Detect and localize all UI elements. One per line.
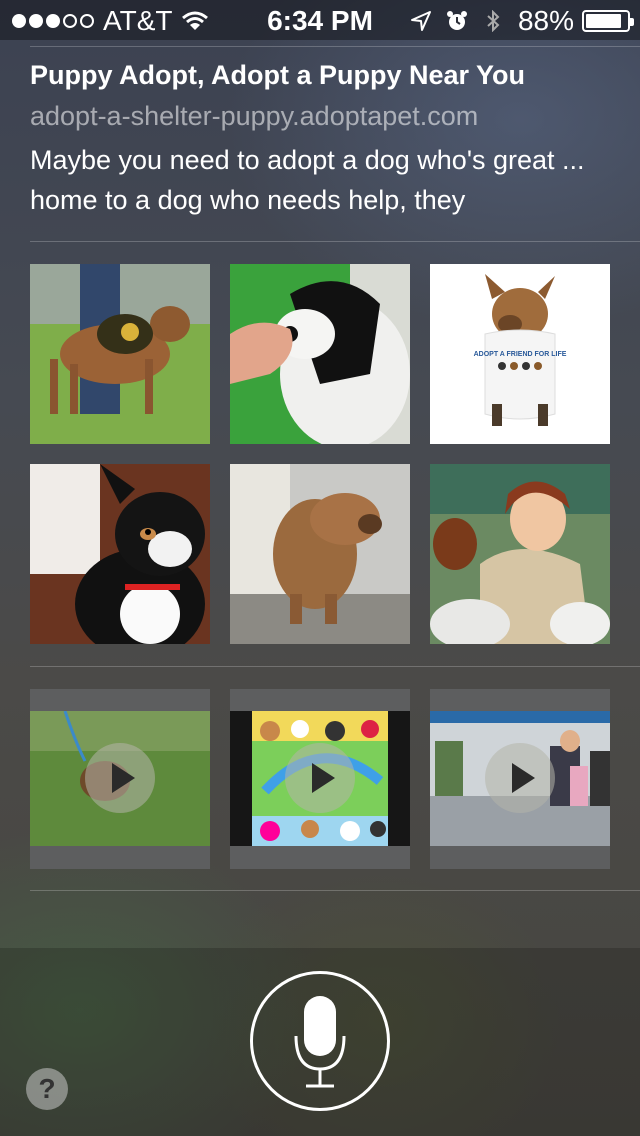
battery-percent: 88%	[517, 5, 574, 36]
result-snippet: Maybe you need to adopt a dog who's grea…	[30, 145, 585, 215]
divider	[30, 241, 640, 242]
divider	[30, 890, 640, 891]
play-button[interactable]	[485, 743, 555, 813]
play-icon	[512, 763, 535, 793]
result-title[interactable]: Puppy Adopt, Adopt a Puppy Near You	[30, 60, 525, 91]
play-button[interactable]	[85, 743, 155, 813]
status-bar: AT&T 6:34 PM 88%	[0, 0, 640, 40]
image-woman-with-dogs[interactable]	[430, 464, 610, 644]
image-dog-vest-on-grass[interactable]	[30, 264, 210, 444]
video-puppy-on-grass[interactable]	[30, 689, 210, 869]
alarm-icon	[446, 11, 467, 30]
microphone-button[interactable]	[250, 971, 390, 1111]
video-shelter-visitors[interactable]	[430, 689, 610, 869]
image-brown-dog-sitting[interactable]	[230, 464, 410, 644]
image-border-collie-hand[interactable]	[230, 264, 410, 444]
video-cartoon-dogs[interactable]	[230, 689, 410, 869]
microphone-icon	[294, 996, 346, 1088]
location-arrow-icon	[410, 11, 431, 31]
battery-icon	[582, 10, 634, 32]
image-tricolor-dog[interactable]	[30, 464, 210, 644]
shirt-text: ADOPT A FRIEND FOR LIFE	[474, 351, 567, 358]
status-right: 88%	[410, 5, 634, 37]
battery-fill	[586, 14, 621, 28]
play-icon	[112, 763, 135, 793]
battery-nub	[630, 18, 634, 26]
divider	[30, 46, 640, 47]
divider	[30, 666, 640, 667]
help-button[interactable]: ?	[26, 1068, 68, 1110]
result-url[interactable]: adopt-a-shelter-puppy.adoptapet.com	[30, 101, 478, 132]
play-button[interactable]	[285, 743, 355, 813]
play-icon	[312, 763, 335, 793]
bluetooth-icon	[487, 10, 500, 32]
image-dog-in-tshirt[interactable]: ADOPT A FRIEND FOR LIFE	[430, 264, 610, 444]
